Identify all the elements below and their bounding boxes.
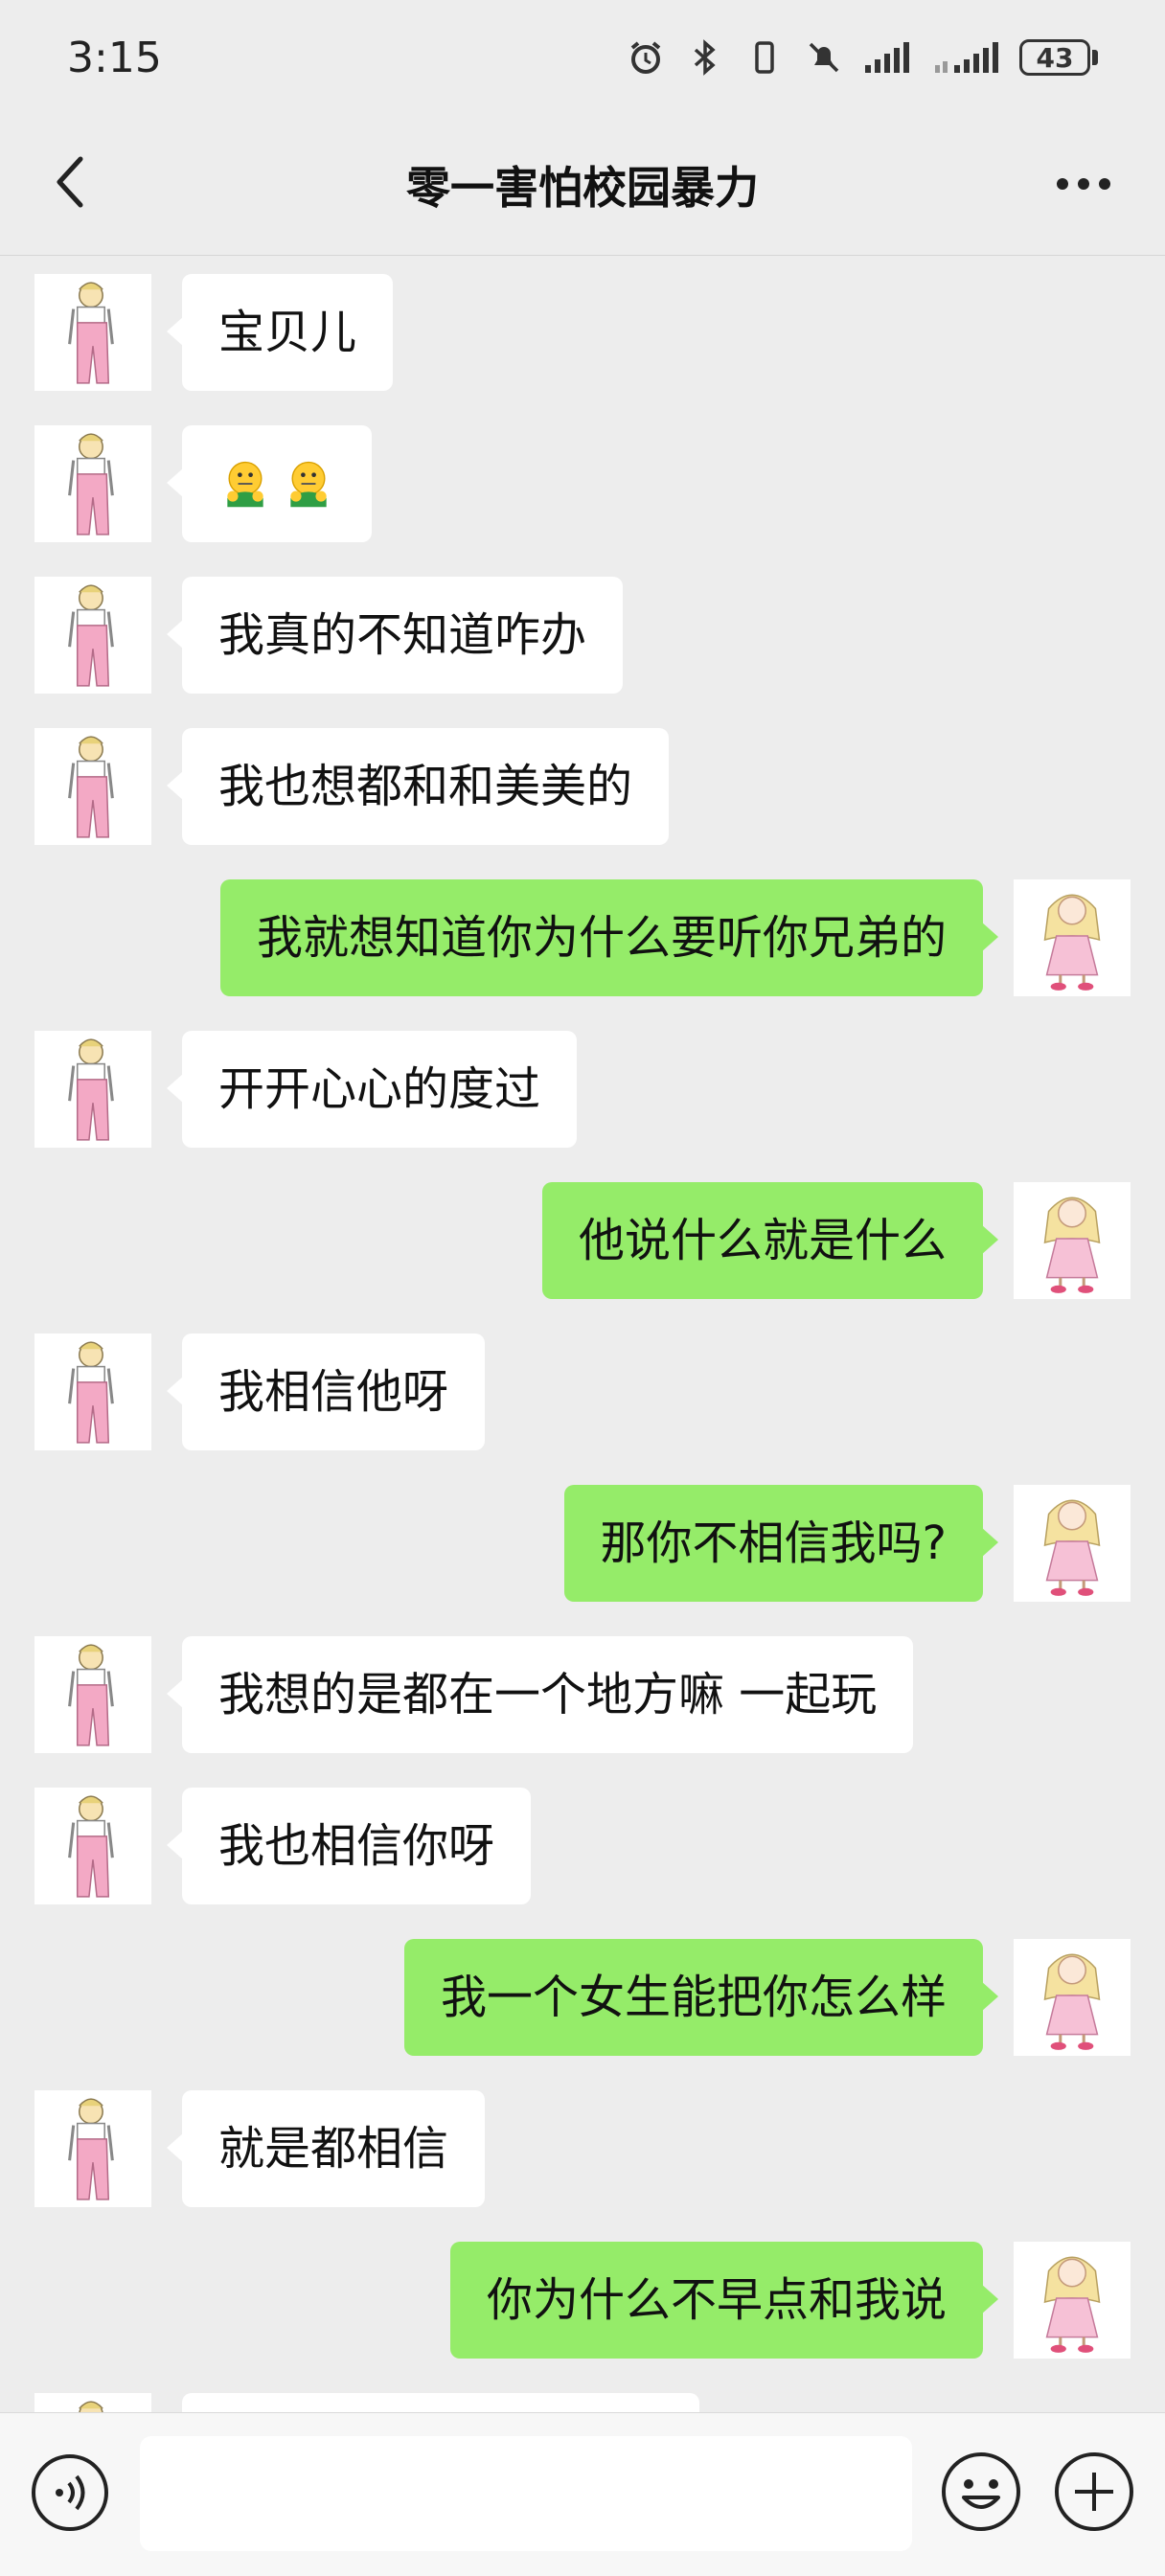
message-row: 我真的不知道咋办	[0, 577, 1165, 694]
bluetooth-icon	[684, 36, 726, 79]
status-icons: 43	[625, 36, 1098, 79]
vibrate-icon	[743, 36, 786, 79]
avatar[interactable]	[34, 1636, 151, 1753]
signal-icon-2	[933, 36, 1002, 79]
message-row	[0, 425, 1165, 542]
avatar[interactable]	[1014, 1182, 1131, 1299]
message-row: 我相信他呀	[0, 1334, 1165, 1450]
message-bubble[interactable]	[167, 425, 372, 542]
chevron-left-icon	[57, 156, 83, 208]
avatar[interactable]	[1014, 2242, 1131, 2359]
battery-icon: 43	[1019, 39, 1098, 76]
input-bar	[0, 2412, 1165, 2576]
message-row: 我一个女生能把你怎么样	[0, 1939, 1165, 2056]
status-time: 3:15	[67, 33, 162, 82]
avatar[interactable]	[34, 274, 151, 391]
avatar[interactable]	[34, 728, 151, 845]
mute-icon	[803, 36, 845, 79]
plus-button[interactable]	[1052, 2450, 1136, 2534]
more-button[interactable]	[1050, 157, 1117, 211]
message-bubble[interactable]	[182, 2393, 699, 2412]
message-row: 我就想知道你为什么要听你兄弟的	[0, 879, 1165, 996]
avatar[interactable]	[1014, 1939, 1131, 2056]
battery-level: 43	[1019, 39, 1090, 76]
avatar[interactable]	[1014, 879, 1131, 996]
message-bubble[interactable]: 我也相信你呀	[166, 1788, 532, 1904]
message-row: 他说什么就是什么	[0, 1182, 1165, 1299]
message-row: 我也想都和和美美的	[0, 728, 1165, 845]
voice-button[interactable]	[29, 2451, 111, 2534]
message-row: 开开心心的度过	[0, 1031, 1165, 1148]
chat-header: 零一害怕校园暴力	[0, 115, 1165, 256]
avatar[interactable]	[34, 577, 151, 694]
avatar[interactable]	[34, 425, 151, 542]
back-button[interactable]	[42, 153, 100, 211]
message-row: 宝贝儿	[0, 274, 1165, 391]
voice-icon	[32, 2454, 108, 2531]
message-bubble[interactable]: 他说什么就是什么	[541, 1182, 999, 1299]
message-row-partial	[0, 2393, 1165, 2412]
avatar[interactable]	[34, 1788, 151, 1904]
message-bubble[interactable]: 我就想知道你为什么要听你兄弟的	[219, 879, 999, 996]
message-bubble[interactable]: 你为什么不早点和我说	[449, 2242, 999, 2359]
message-bubble[interactable]: 我想的是都在一个地方嘛 一起玩	[166, 1636, 914, 1753]
message-bubble[interactable]: 就是都相信	[166, 2090, 486, 2207]
face-with-mouth-zipped-hug-icon	[218, 457, 272, 511]
message-bubble[interactable]: 我一个女生能把你怎么样	[403, 1939, 999, 2056]
message-row: 那你不相信我吗?	[0, 1485, 1165, 1602]
message-row: 你为什么不早点和我说	[0, 2242, 1165, 2359]
status-bar: 3:15 43	[0, 0, 1165, 115]
message-bubble[interactable]: 开开心心的度过	[166, 1031, 578, 1148]
message-row: 我想的是都在一个地方嘛 一起玩	[0, 1636, 1165, 1753]
face-with-mouth-zipped-hug-icon	[282, 457, 335, 511]
alarm-icon	[625, 36, 667, 79]
emoji-icon	[942, 2452, 1020, 2531]
signal-icon	[862, 36, 916, 79]
avatar[interactable]	[34, 1334, 151, 1450]
avatar[interactable]	[34, 2090, 151, 2207]
message-bubble[interactable]: 我也想都和和美美的	[166, 728, 670, 845]
message-bubble[interactable]: 我真的不知道咋办	[166, 577, 624, 694]
chat-title: 零一害怕校园暴力	[406, 162, 759, 214]
avatar[interactable]	[1014, 1485, 1131, 1602]
plus-icon	[1055, 2452, 1133, 2531]
avatar[interactable]	[34, 1031, 151, 1148]
chat-area[interactable]: 宝贝儿 我真的不知道咋办 我也想都和和美美的 我就想知道你为什么要听你兄弟的 开…	[0, 255, 1165, 2412]
message-input[interactable]	[140, 2436, 912, 2551]
emoji-button[interactable]	[939, 2450, 1023, 2534]
message-bubble[interactable]: 宝贝儿	[166, 274, 394, 391]
avatar[interactable]	[34, 2393, 151, 2412]
message-row: 我也相信你呀	[0, 1788, 1165, 1904]
message-bubble[interactable]: 那你不相信我吗?	[563, 1485, 999, 1602]
message-row: 就是都相信	[0, 2090, 1165, 2207]
more-icon	[1057, 178, 1110, 190]
message-bubble[interactable]: 我相信他呀	[166, 1334, 486, 1450]
